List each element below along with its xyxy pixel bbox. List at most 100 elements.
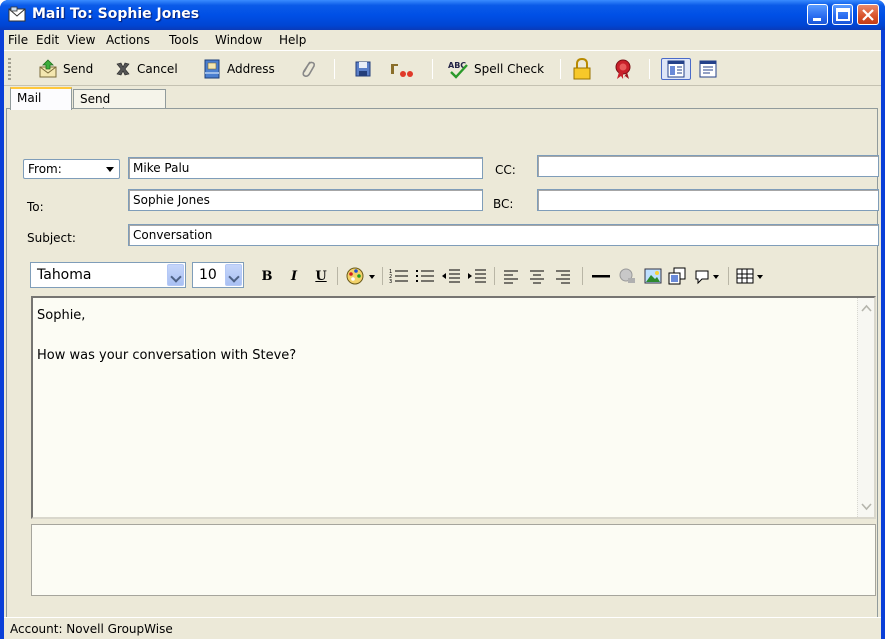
numbered-list-icon: 1 2 3 xyxy=(389,269,408,285)
align-left-button[interactable] xyxy=(500,266,522,286)
menu-bar: File Edit View Actions Tools Window Help xyxy=(4,30,881,50)
toolbar-separator xyxy=(432,59,433,79)
bold-button[interactable]: B xyxy=(258,266,276,286)
menu-view[interactable]: View xyxy=(67,33,95,47)
scroll-up-icon[interactable] xyxy=(859,300,874,317)
insert-image-button[interactable] xyxy=(642,266,664,286)
message-body[interactable]: Sophie, How was your conversation with S… xyxy=(31,296,876,519)
paperclip-icon xyxy=(302,61,316,77)
font-select[interactable]: Tahoma xyxy=(30,262,186,288)
minimize-icon xyxy=(813,18,821,21)
numbered-list-button[interactable]: 1 2 3 xyxy=(388,266,410,286)
bullet-list-icon xyxy=(416,270,434,282)
cancel-label: Cancel xyxy=(137,62,178,76)
font-name: Tahoma xyxy=(37,267,92,283)
align-center-icon xyxy=(530,270,544,284)
spell-check-icon: ABC xyxy=(448,61,468,79)
menu-tools[interactable]: Tools xyxy=(169,33,199,47)
view-toggle-button[interactable] xyxy=(661,58,691,80)
cc-field[interactable] xyxy=(537,155,879,177)
format-separator xyxy=(494,267,495,285)
address-button[interactable]: Address xyxy=(202,58,275,80)
menu-window[interactable]: Window xyxy=(215,33,262,47)
underline-button[interactable]: U xyxy=(312,266,330,286)
menu-edit[interactable]: Edit xyxy=(36,33,59,47)
outdent-icon xyxy=(442,269,460,283)
save-draft-button[interactable] xyxy=(354,58,372,80)
menu-file[interactable]: File xyxy=(8,33,28,47)
font-size: 10 xyxy=(199,267,217,283)
chevron-down-icon[interactable] xyxy=(225,264,242,286)
cc-label: CC: xyxy=(495,163,516,177)
maximize-button[interactable] xyxy=(832,4,853,25)
cancel-icon xyxy=(116,62,130,76)
seal-icon xyxy=(615,59,631,79)
sign-button[interactable] xyxy=(612,58,634,80)
address-label: Address xyxy=(227,62,275,76)
layout-button[interactable] xyxy=(699,58,717,80)
bc-field[interactable] xyxy=(537,189,879,211)
chevron-down-icon[interactable] xyxy=(167,264,184,286)
from-field[interactable]: Mike Palu xyxy=(128,157,483,179)
link-button[interactable] xyxy=(616,266,638,286)
signature-button[interactable] xyxy=(692,266,724,286)
from-label: From: xyxy=(28,162,62,176)
close-button[interactable] xyxy=(857,4,879,25)
svg-text:3: 3 xyxy=(389,279,392,285)
toolbar-separator xyxy=(334,59,335,79)
align-right-button[interactable] xyxy=(552,266,574,286)
view-icon xyxy=(667,60,685,78)
send-icon xyxy=(39,59,57,78)
subject-label: Subject: xyxy=(27,231,76,245)
minimize-button[interactable] xyxy=(807,4,828,25)
from-dropdown[interactable]: From: xyxy=(23,159,120,179)
envelope-icon xyxy=(8,6,26,22)
color-button[interactable] xyxy=(344,266,378,286)
attach-button[interactable] xyxy=(299,58,317,80)
image-icon xyxy=(644,268,662,284)
bullet-list-button[interactable] xyxy=(414,266,436,286)
tab-mail[interactable]: Mail xyxy=(10,87,72,110)
toolbar-grip[interactable] xyxy=(8,58,11,80)
link-icon xyxy=(619,268,635,283)
message-line: Sophie, xyxy=(37,308,86,323)
cancel-button[interactable]: Cancel xyxy=(114,58,178,80)
chevron-down-icon xyxy=(106,167,114,172)
vertical-scrollbar[interactable] xyxy=(857,298,874,517)
subject-field[interactable]: Conversation xyxy=(128,224,879,246)
table-button[interactable] xyxy=(734,266,768,286)
insert-object-button[interactable] xyxy=(666,266,688,286)
toolbar: Send Cancel Address ABC Spell Check xyxy=(4,50,881,86)
close-icon xyxy=(862,9,874,21)
align-center-button[interactable] xyxy=(526,266,548,286)
to-field[interactable]: Sophie Jones xyxy=(128,189,483,211)
font-size-select[interactable]: 10 xyxy=(192,262,244,288)
encrypt-button[interactable] xyxy=(572,58,592,80)
outdent-button[interactable] xyxy=(440,266,462,286)
priority-button[interactable] xyxy=(389,58,415,80)
toolbar-separator xyxy=(560,59,561,79)
send-button[interactable]: Send xyxy=(38,58,93,80)
spell-check-button[interactable]: ABC Spell Check xyxy=(447,58,544,80)
scroll-down-icon[interactable] xyxy=(859,498,874,515)
align-left-icon xyxy=(504,270,518,284)
horizontal-line-button[interactable] xyxy=(590,266,612,286)
format-toolbar: Tahoma 10 B I U 1 2 3 xyxy=(26,259,876,293)
priority-icon xyxy=(391,64,413,77)
format-separator xyxy=(728,267,729,285)
maximize-icon xyxy=(836,8,850,21)
tab-send-options[interactable]: Send Options xyxy=(73,89,166,120)
menu-help[interactable]: Help xyxy=(279,33,306,47)
save-icon xyxy=(355,61,371,77)
table-icon xyxy=(736,268,763,284)
format-separator xyxy=(582,267,583,285)
signature-icon xyxy=(695,270,719,285)
toolbar-separator xyxy=(649,59,650,79)
title-bar[interactable]: Mail To: Sophie Jones xyxy=(0,0,885,30)
layout-icon xyxy=(699,60,717,78)
menu-actions[interactable]: Actions xyxy=(106,33,150,47)
attachment-area[interactable] xyxy=(31,524,876,596)
italic-button[interactable]: I xyxy=(285,266,303,286)
format-separator xyxy=(337,267,338,285)
indent-button[interactable] xyxy=(466,266,488,286)
